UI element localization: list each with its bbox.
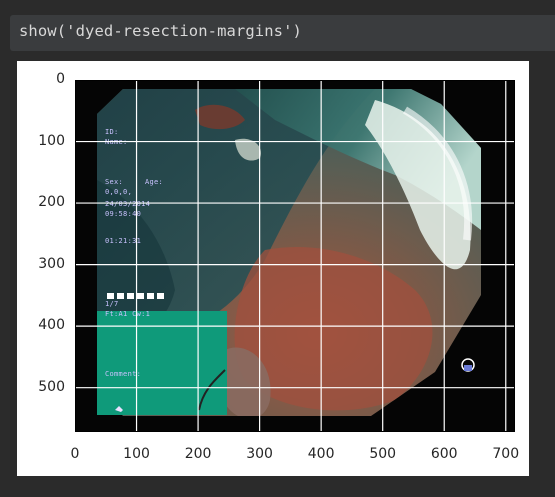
grid-lines [75, 80, 515, 432]
x-tick-label: 600 [430, 446, 458, 462]
y-tick-label: 0 [56, 71, 65, 87]
x-tick-label: 700 [492, 446, 520, 462]
y-tick-label: 200 [38, 194, 65, 211]
x-tick-label: 100 [123, 446, 150, 462]
output-panel: ID: Name: Sex: Age: 0,0,0, 24/03/2014 09… [17, 61, 529, 476]
x-tick-label: 500 [369, 446, 397, 462]
y-tick-label: 400 [38, 317, 65, 334]
y-tick-label: 500 [38, 378, 65, 395]
image-plot: ID: Name: Sex: Age: 0,0,0, 24/03/2014 09… [75, 80, 515, 432]
x-tick-label: 400 [307, 446, 335, 462]
y-tick-label: 300 [38, 255, 65, 272]
x-tick-label: 300 [246, 446, 273, 462]
code-cell[interactable]: show('dyed-resection-margins') [10, 15, 555, 51]
y-tick-label: 100 [38, 132, 65, 149]
code-text: show('dyed-resection-margins') [19, 22, 302, 40]
x-tick-label: 0 [70, 446, 80, 462]
x-tick-label: 200 [184, 446, 212, 462]
